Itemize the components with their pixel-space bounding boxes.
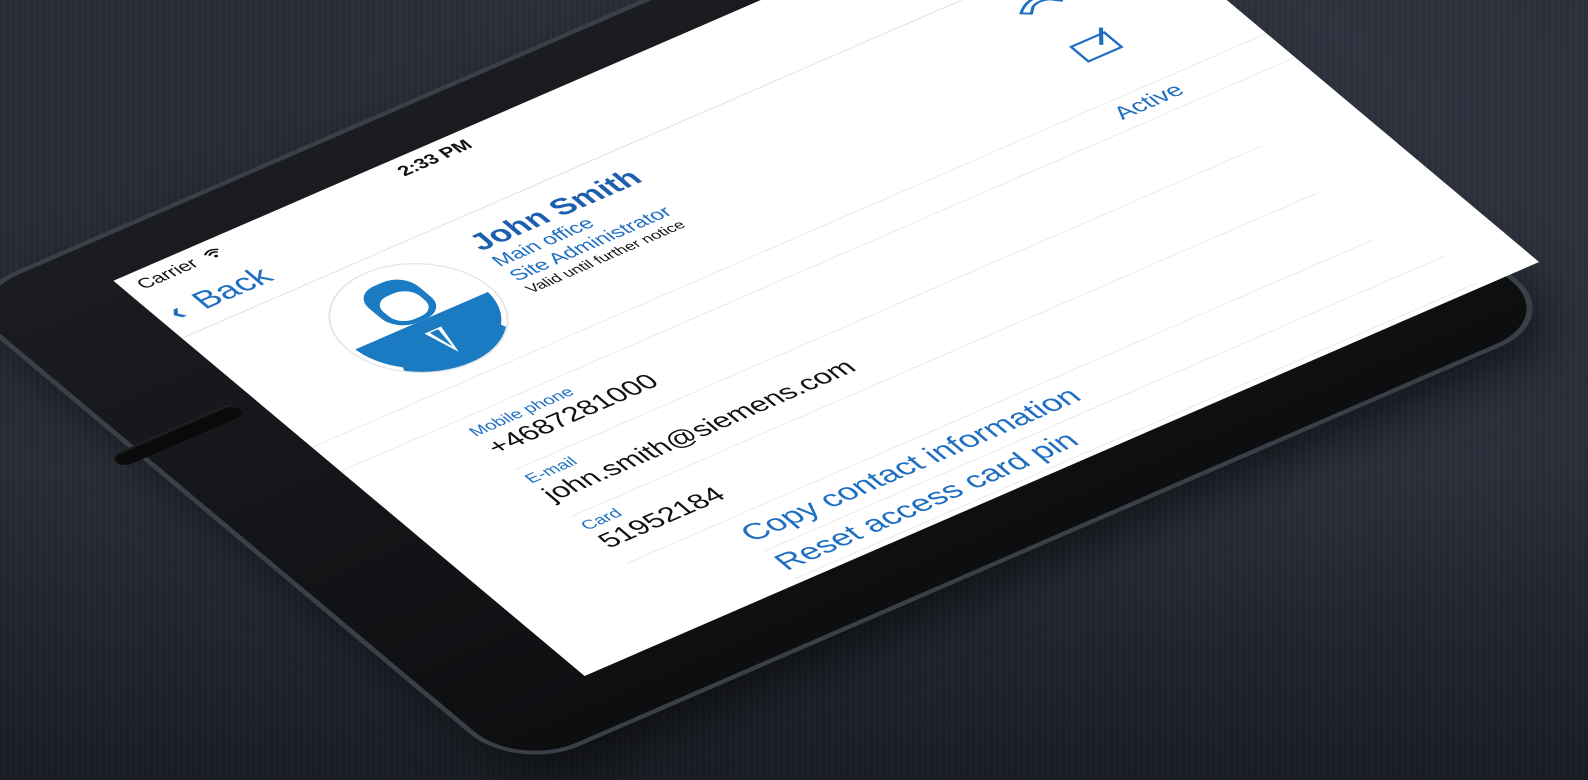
phone-device: Carrier 2:33 PM ‹ Back John Smith Main o… [0,0,1556,768]
phone-icon[interactable] [1005,0,1073,20]
chevron-left-icon: ‹ [158,299,196,326]
wifi-icon [199,245,230,264]
edit-icon[interactable] [1063,24,1129,63]
